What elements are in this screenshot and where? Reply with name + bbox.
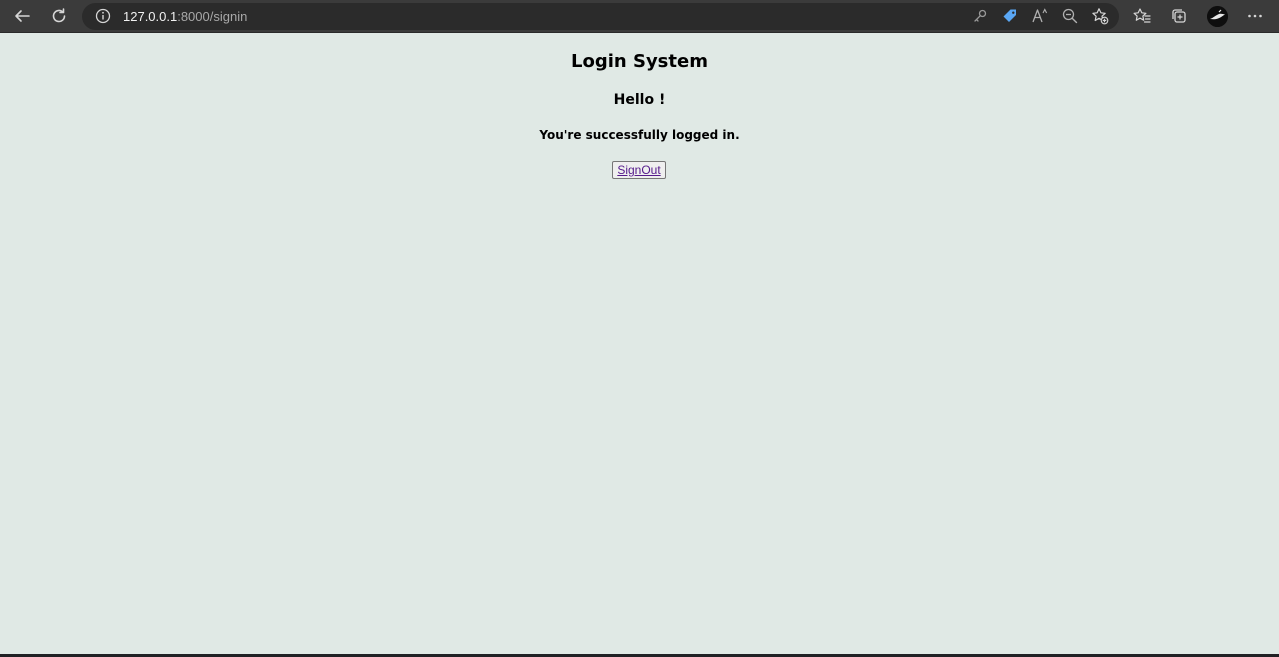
refresh-icon[interactable] <box>49 6 69 26</box>
zoom-out-icon[interactable] <box>1060 6 1080 26</box>
url-host: 127.0.0.1 <box>123 9 178 24</box>
key-icon[interactable] <box>970 6 990 26</box>
greeting-heading: Hello ! <box>613 92 666 108</box>
more-icon[interactable] <box>1245 6 1265 26</box>
collections-icon[interactable] <box>1169 6 1189 26</box>
tag-icon[interactable] <box>1000 6 1020 26</box>
avatar[interactable] <box>1207 6 1228 27</box>
favorites-icon[interactable] <box>1132 6 1152 26</box>
info-icon[interactable] <box>93 6 113 26</box>
back-arrow-icon[interactable] <box>12 6 32 26</box>
signout-button[interactable]: SignOut <box>612 161 666 179</box>
page-title: Login System <box>571 51 708 72</box>
page-content: Login System Hello ! You're successfully… <box>0 33 1279 654</box>
add-favorite-icon[interactable] <box>1090 6 1110 26</box>
address-bar[interactable]: 127.0.0.1:8000/signin <box>82 3 1119 30</box>
browser-toolbar: 127.0.0.1:8000/signin <box>0 0 1279 33</box>
url-text[interactable]: 127.0.0.1:8000/signin <box>123 9 247 24</box>
url-path: :8000/signin <box>177 9 248 24</box>
read-aloud-icon[interactable] <box>1030 6 1050 26</box>
login-status-message: You're successfully logged in. <box>539 128 740 142</box>
